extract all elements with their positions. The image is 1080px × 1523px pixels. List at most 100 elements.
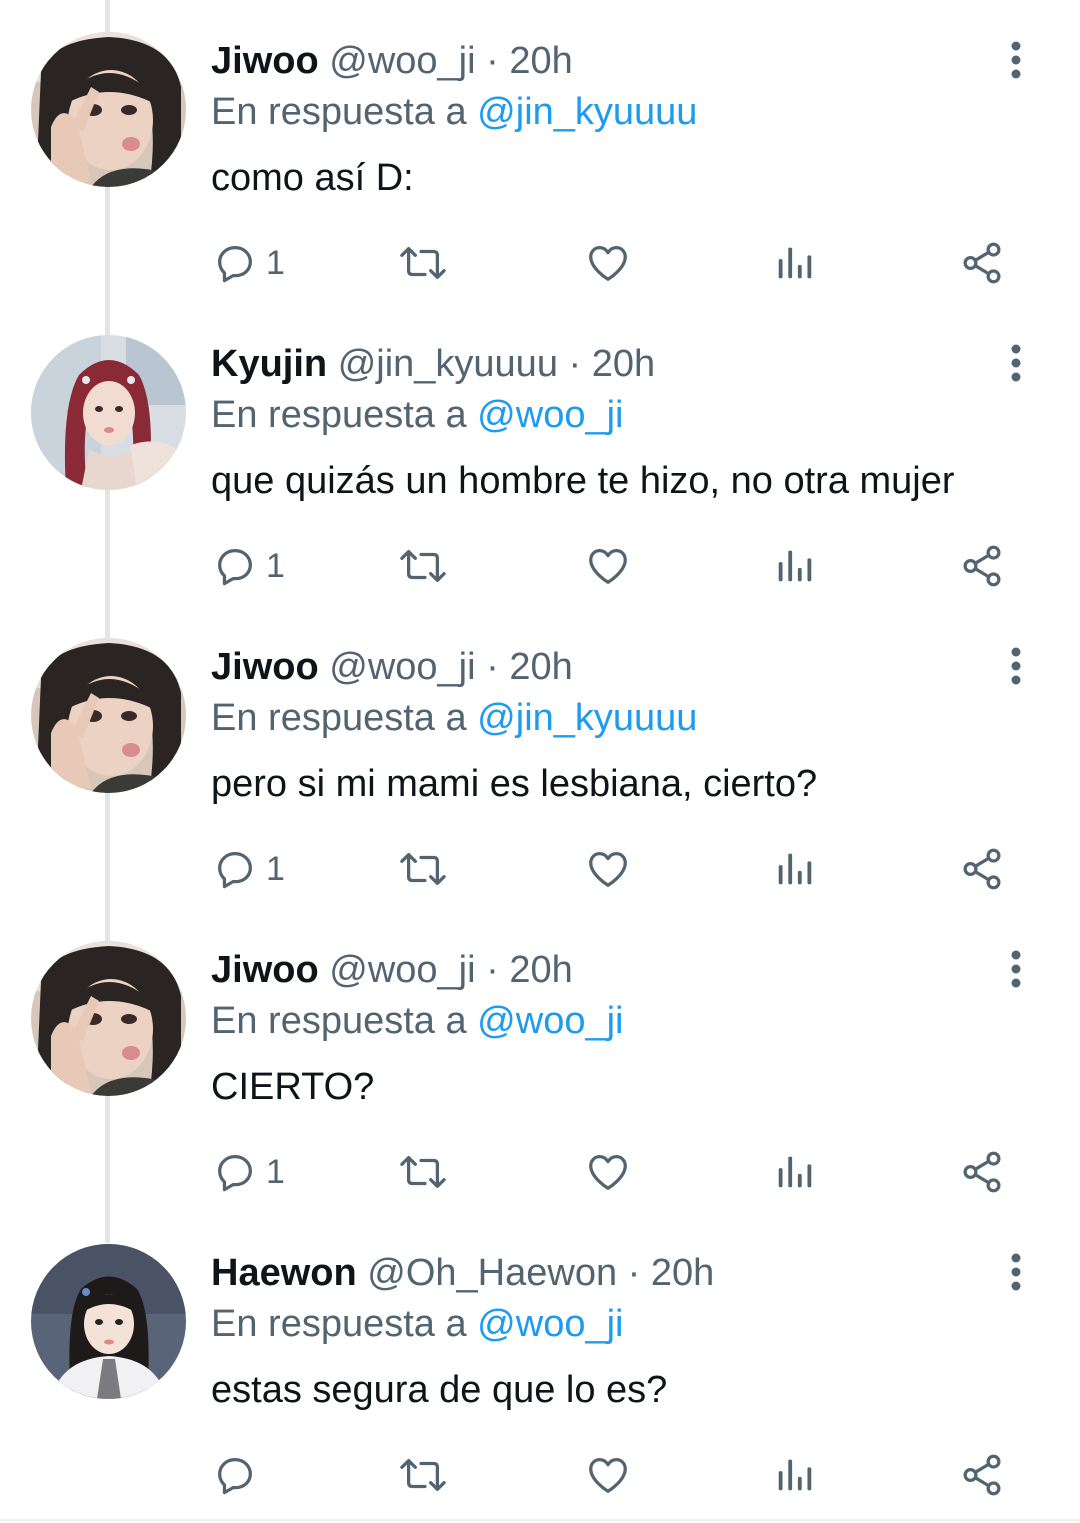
avatar[interactable] bbox=[31, 638, 186, 793]
retweet-button[interactable] bbox=[396, 1145, 450, 1199]
reply-count: 1 bbox=[266, 850, 285, 888]
views-button[interactable] bbox=[772, 539, 818, 593]
tweet[interactable]: Jiwoo @woo_ji · 20h En respuesta a @woo_… bbox=[0, 909, 1080, 1212]
retweet-button[interactable] bbox=[396, 539, 450, 593]
views-icon bbox=[778, 1459, 812, 1491]
like-button[interactable] bbox=[584, 539, 632, 593]
more-vertical-icon bbox=[1011, 950, 1021, 988]
tweet[interactable]: Jiwoo @woo_ji · 20h En respuesta a @jin_… bbox=[0, 606, 1080, 909]
share-icon bbox=[963, 1151, 1001, 1193]
tweet-header: Jiwoo @woo_ji · 20h bbox=[211, 947, 573, 993]
more-options-button[interactable] bbox=[1003, 40, 1029, 80]
tweet-header: Kyujin @jin_kyuuuu · 20h bbox=[211, 341, 655, 387]
reply-count: 1 bbox=[266, 1153, 285, 1191]
separator-dot: · bbox=[486, 646, 499, 688]
tweet-header: Haewon @Oh_Haewon · 20h bbox=[211, 1250, 714, 1296]
tweet[interactable]: Haewon @Oh_Haewon · 20h En respuesta a @… bbox=[0, 1212, 1080, 1515]
timestamp[interactable]: 20h bbox=[651, 1252, 714, 1294]
display-name[interactable]: Kyujin bbox=[211, 343, 327, 385]
reply-to-link[interactable]: @jin_kyuuuu bbox=[477, 697, 697, 739]
separator-dot: · bbox=[486, 949, 499, 991]
share-button[interactable] bbox=[958, 236, 1006, 290]
more-options-button[interactable] bbox=[1003, 343, 1029, 383]
views-button[interactable] bbox=[772, 1448, 818, 1502]
share-button[interactable] bbox=[958, 1448, 1006, 1502]
tweet-text: pero si mi mami es lesbiana, cierto? bbox=[211, 763, 818, 805]
reply-count: 1 bbox=[266, 547, 285, 585]
reply-prefix: En respuesta a bbox=[211, 697, 467, 739]
reply-prefix: En respuesta a bbox=[211, 394, 467, 436]
reply-context: En respuesta a @woo_ji bbox=[211, 392, 623, 438]
reply-to-link[interactable]: @woo_ji bbox=[477, 1000, 623, 1042]
display-name[interactable]: Jiwoo bbox=[211, 949, 319, 991]
share-icon bbox=[963, 545, 1001, 587]
avatar[interactable] bbox=[31, 941, 186, 1096]
heart-icon bbox=[589, 1155, 627, 1190]
share-button[interactable] bbox=[958, 1145, 1006, 1199]
user-handle[interactable]: @jin_kyuuuu bbox=[338, 343, 558, 385]
timestamp[interactable]: 20h bbox=[592, 343, 655, 385]
tweet-actions bbox=[0, 1448, 1080, 1502]
timestamp[interactable]: 20h bbox=[509, 40, 572, 82]
share-icon bbox=[963, 1454, 1001, 1496]
display-name[interactable]: Jiwoo bbox=[211, 646, 319, 688]
heart-icon bbox=[589, 852, 627, 887]
more-options-button[interactable] bbox=[1003, 646, 1029, 686]
more-vertical-icon bbox=[1011, 41, 1021, 79]
avatar[interactable] bbox=[31, 1244, 186, 1399]
reply-button[interactable]: 1 bbox=[212, 236, 285, 290]
user-handle[interactable]: @woo_ji bbox=[329, 40, 475, 82]
like-button[interactable] bbox=[584, 1145, 632, 1199]
reply-to-link[interactable]: @woo_ji bbox=[477, 394, 623, 436]
reply-icon bbox=[218, 246, 252, 283]
like-button[interactable] bbox=[584, 1448, 632, 1502]
display-name[interactable]: Jiwoo bbox=[211, 40, 319, 82]
share-button[interactable] bbox=[958, 842, 1006, 896]
tweet-text: estas segura de que lo es? bbox=[211, 1369, 668, 1411]
reply-to-link[interactable]: @woo_ji bbox=[477, 1303, 623, 1345]
reply-button[interactable]: 1 bbox=[212, 539, 285, 593]
more-options-button[interactable] bbox=[1003, 1252, 1029, 1292]
tweet-text: que quizás un hombre te hizo, no otra mu… bbox=[211, 460, 955, 502]
retweet-button[interactable] bbox=[396, 1448, 450, 1502]
tweet-text: CIERTO? bbox=[211, 1066, 375, 1108]
heart-icon bbox=[589, 246, 627, 281]
tweet-actions: 1 bbox=[0, 842, 1080, 896]
user-handle[interactable]: @Oh_Haewon bbox=[367, 1252, 617, 1294]
user-handle[interactable]: @woo_ji bbox=[329, 646, 475, 688]
more-options-button[interactable] bbox=[1003, 949, 1029, 989]
avatar[interactable] bbox=[31, 335, 186, 490]
views-button[interactable] bbox=[772, 1145, 818, 1199]
reply-prefix: En respuesta a bbox=[211, 91, 467, 133]
retweet-button[interactable] bbox=[396, 842, 450, 896]
timestamp[interactable]: 20h bbox=[509, 646, 572, 688]
like-button[interactable] bbox=[584, 236, 632, 290]
reply-button[interactable]: 1 bbox=[212, 1145, 285, 1199]
views-icon bbox=[778, 853, 812, 885]
reply-button[interactable]: 1 bbox=[212, 842, 285, 896]
like-button[interactable] bbox=[584, 842, 632, 896]
views-button[interactable] bbox=[772, 842, 818, 896]
retweet-button[interactable] bbox=[396, 236, 450, 290]
share-button[interactable] bbox=[958, 539, 1006, 593]
reply-button[interactable] bbox=[212, 1448, 266, 1502]
display-name[interactable]: Haewon bbox=[211, 1252, 357, 1294]
reply-icon bbox=[218, 852, 252, 889]
reply-context: En respuesta a @woo_ji bbox=[211, 1301, 623, 1347]
views-button[interactable] bbox=[772, 236, 818, 290]
user-handle[interactable]: @woo_ji bbox=[329, 949, 475, 991]
reply-to-link[interactable]: @jin_kyuuuu bbox=[477, 91, 697, 133]
timestamp[interactable]: 20h bbox=[509, 949, 572, 991]
tweet[interactable]: Jiwoo @woo_ji · 20h En respuesta a @jin_… bbox=[0, 0, 1080, 303]
heart-icon bbox=[589, 1458, 627, 1493]
reply-prefix: En respuesta a bbox=[211, 1000, 467, 1042]
tweet[interactable]: Kyujin @jin_kyuuuu · 20h En respuesta a … bbox=[0, 303, 1080, 606]
avatar[interactable] bbox=[31, 32, 186, 187]
retweet-icon bbox=[400, 852, 446, 886]
separator-dot: · bbox=[568, 343, 582, 385]
tweet-actions: 1 bbox=[0, 236, 1080, 290]
heart-icon bbox=[589, 549, 627, 584]
reply-icon bbox=[218, 1458, 252, 1495]
more-vertical-icon bbox=[1011, 647, 1021, 685]
more-vertical-icon bbox=[1011, 1253, 1021, 1291]
